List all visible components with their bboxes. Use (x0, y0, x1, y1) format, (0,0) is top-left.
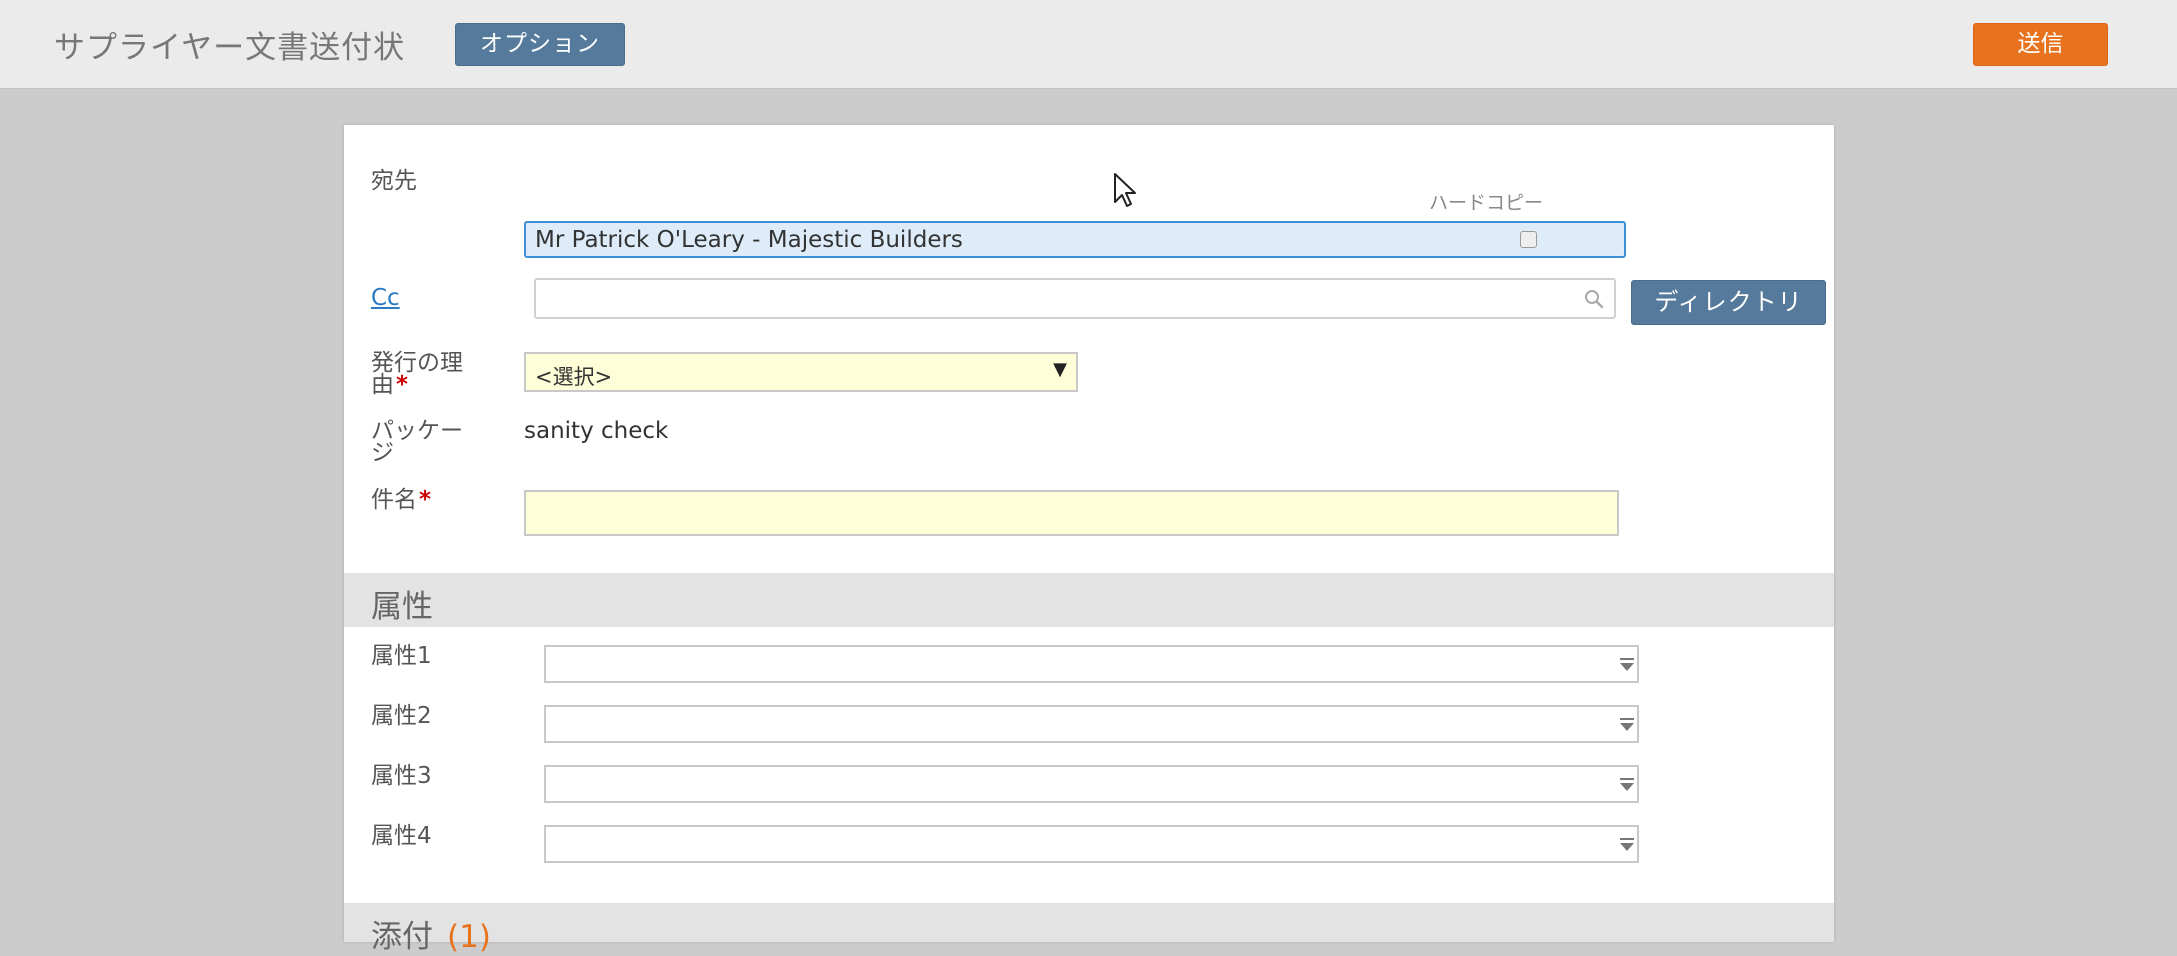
reason-label: 発行の理 由* (371, 350, 463, 398)
reason-label-line2-text: 由 (371, 372, 394, 398)
hardcopy-label: ハードコピー (1429, 192, 1544, 214)
subject-label-text: 件名 (371, 487, 417, 513)
cc-input[interactable] (534, 278, 1616, 319)
attribute-4-label: 属性4 (371, 823, 432, 849)
reason-select-value: <選択> (535, 365, 613, 389)
options-button[interactable]: オプション (455, 23, 625, 66)
attribute-1-label: 属性1 (371, 643, 432, 669)
transmittal-form-panel: 宛先 ハードコピー Mr Patrick O'Leary - Majestic … (344, 125, 1834, 955)
attributes-section-header: 属性 (344, 573, 1834, 627)
directory-button[interactable]: ディレクトリ (1631, 280, 1826, 325)
subject-label: 件名* (371, 487, 431, 513)
to-label: 宛先 (371, 168, 417, 194)
attribute-3-select[interactable] (544, 765, 1639, 803)
dropdown-arrow-icon: ▼ (1053, 359, 1067, 380)
attribute-3-label: 属性3 (371, 763, 432, 789)
cc-link[interactable]: Cc (371, 285, 400, 311)
attachments-count: (1) (447, 919, 491, 955)
reason-select[interactable]: <選択> ▼ (524, 352, 1078, 392)
attributes-section-title: 属性 (371, 589, 433, 625)
send-button[interactable]: 送信 (1973, 23, 2108, 66)
search-icon[interactable] (1584, 289, 1604, 309)
attribute-2-label: 属性2 (371, 703, 432, 729)
top-toolbar: サプライヤー文書送付状 オプション 送信 (0, 0, 2177, 89)
attribute-2-select[interactable] (544, 705, 1639, 743)
subject-input[interactable] (524, 490, 1619, 536)
attribute-1-select[interactable] (544, 645, 1639, 683)
required-mark: * (396, 372, 409, 398)
attribute-4-select[interactable] (544, 825, 1639, 863)
attachments-section-header[interactable]: 添付 (1) (344, 903, 1834, 955)
attachments-section-title: 添付 (1) (371, 911, 491, 956)
hardcopy-checkbox[interactable] (1520, 231, 1537, 248)
package-label: パッケー ジ (371, 418, 463, 466)
attachments-title-text: 添付 (371, 919, 433, 955)
package-value: sanity check (524, 418, 669, 444)
required-mark: * (419, 487, 432, 513)
mouse-cursor-icon (1114, 173, 1136, 207)
to-recipient-value: Mr Patrick O'Leary - Majestic Builders (535, 227, 963, 253)
to-recipient-field[interactable]: Mr Patrick O'Leary - Majestic Builders (524, 221, 1626, 258)
page-title: サプライヤー文書送付状 (54, 30, 406, 66)
